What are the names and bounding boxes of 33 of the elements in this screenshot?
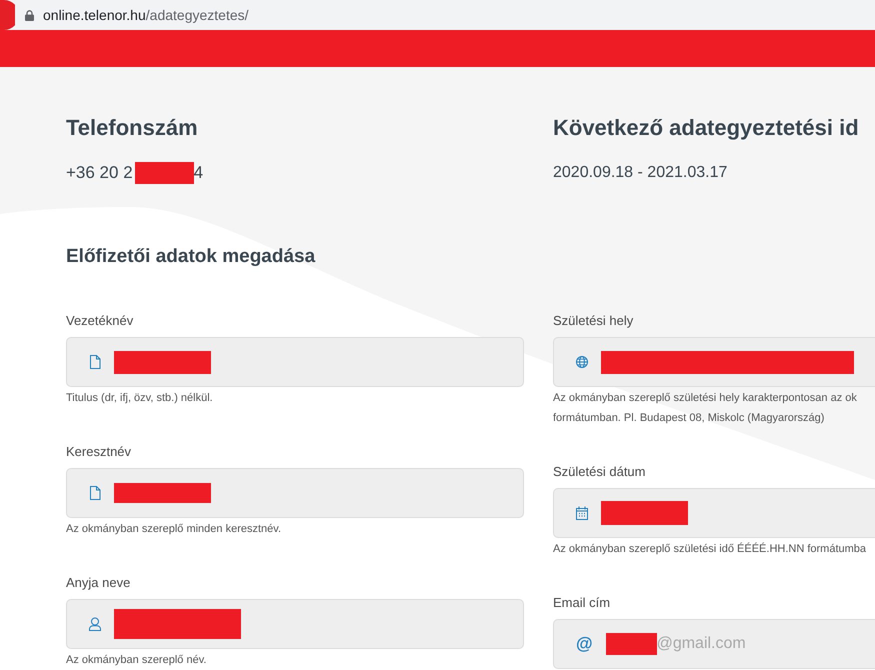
at-sign-icon: @ (576, 634, 593, 654)
info-heading: Telefonszám (66, 114, 199, 142)
document-icon (89, 486, 101, 500)
lock-icon (25, 10, 34, 20)
field-hint: Az okmányban szereplő születési idő ÉÉÉÉ.HH.NN formátumba (553, 542, 868, 557)
field-label: Születési hely (553, 313, 634, 329)
field-hint: Az okmányban szereplő név. (66, 653, 208, 668)
info-heading: Következő adategyeztetési id (553, 114, 860, 142)
field-hint: formátumban. Pl. Budapest 08, Miskolc (Magyarország) (553, 411, 826, 426)
section-heading: Előfizetői adatok megadása (66, 246, 316, 267)
globe-icon (576, 355, 588, 369)
url-text: online.telenor.hu/adategyeztetes/ (43, 6, 249, 24)
input-field[interactable] (553, 337, 875, 387)
input-field[interactable] (66, 468, 524, 518)
person-icon (89, 617, 101, 631)
input-field[interactable] (66, 337, 524, 387)
input-field[interactable]: @ @gmail.com (553, 619, 875, 669)
field-hint: Az okmányban szereplő minden keresztnév. (66, 522, 282, 537)
field-label: Születési dátum (553, 464, 646, 480)
field-label: Keresztnév (66, 444, 132, 460)
field-hint: Az okmányban szereplő születési hely karakterpontosan az ok (553, 391, 858, 406)
date-range: 2020.09.18 - 2021.03.17 (553, 163, 728, 183)
field-label: Email cím (553, 595, 612, 611)
input-field[interactable] (553, 488, 875, 538)
corner-shape-drawing (0, 0, 15, 30)
calendar-icon (576, 506, 588, 520)
field-label: Vezetéknév (66, 313, 134, 329)
phone-number: +36 20 2 (66, 162, 133, 184)
field-label: Anyja neve (66, 575, 132, 591)
field-hint: Titulus (dr, ifj, özv, stb.) nélkül. (66, 391, 214, 406)
input-field[interactable] (66, 599, 524, 649)
phone-number-end: 4 (194, 162, 204, 184)
document-icon (89, 355, 101, 369)
